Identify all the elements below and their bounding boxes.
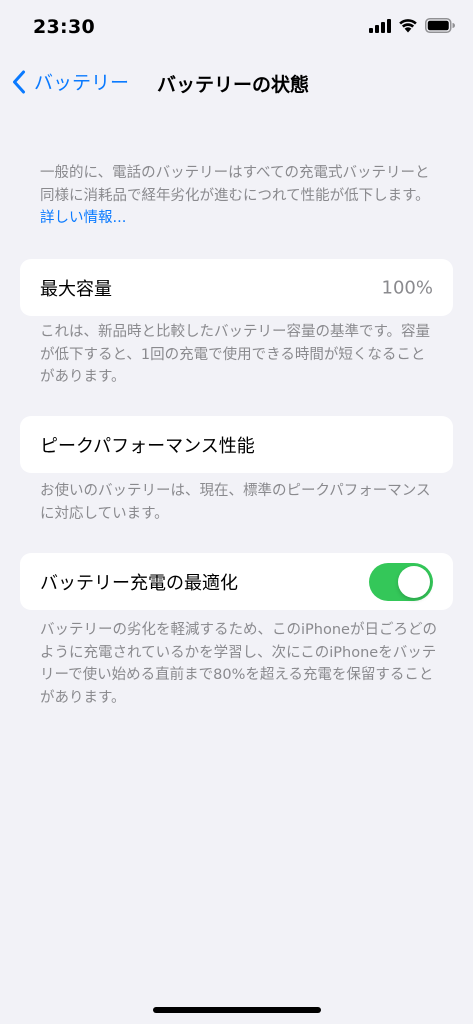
- max-capacity-footnote: これは、新品時と比較したバッテリー容量の基準です。容量が低下すると、1回の充電で…: [40, 324, 431, 385]
- learn-more-link[interactable]: 詳しい情報...: [40, 210, 126, 226]
- back-button[interactable]: バッテリー: [12, 68, 129, 95]
- toggle-knob: [398, 565, 430, 598]
- peak-performance-row: ピークパフォーマンス性能: [20, 416, 453, 473]
- optimized-charging-label: バッテリー充電の最適化: [40, 572, 238, 594]
- optimized-charging-toggle[interactable]: [369, 562, 433, 601]
- page-title: バッテリーの状態: [157, 74, 310, 96]
- home-indicator[interactable]: [153, 1007, 321, 1013]
- max-capacity-row: 最大容量 100%: [20, 259, 453, 316]
- max-capacity-label: 最大容量: [40, 278, 112, 300]
- status-time: 23:30: [33, 16, 95, 38]
- battery-icon: [425, 18, 455, 33]
- status-icons: [369, 18, 455, 33]
- chevron-left-icon: [13, 70, 25, 93]
- optimized-charging-row: バッテリー充電の最適化: [20, 553, 453, 610]
- wifi-icon: [399, 19, 417, 33]
- intro-footnote: 一般的に、電話のバッテリーはすべての充電式バッテリーと同様に消耗品で経年劣化が進…: [40, 162, 438, 230]
- nav-bar: バッテリー バッテリーの状態: [0, 56, 473, 110]
- status-bar: 23:30: [0, 0, 473, 56]
- back-button-label: バッテリー: [34, 72, 130, 94]
- peak-performance-label: ピークパフォーマンス性能: [40, 435, 255, 457]
- optimized-charging-footnote: バッテリーの劣化を軽減するため、このiPhoneが日ごろどのように充電されている…: [40, 622, 437, 706]
- cellular-signal-icon: [369, 18, 391, 33]
- max-capacity-value: 100%: [381, 277, 433, 298]
- intro-text: 一般的に、電話のバッテリーはすべての充電式バッテリーと同様に消耗品で経年劣化が進…: [40, 165, 430, 204]
- peak-performance-footnote: お使いのバッテリーは、現在、標準のピークパフォーマンスに対応しています。: [40, 483, 431, 522]
